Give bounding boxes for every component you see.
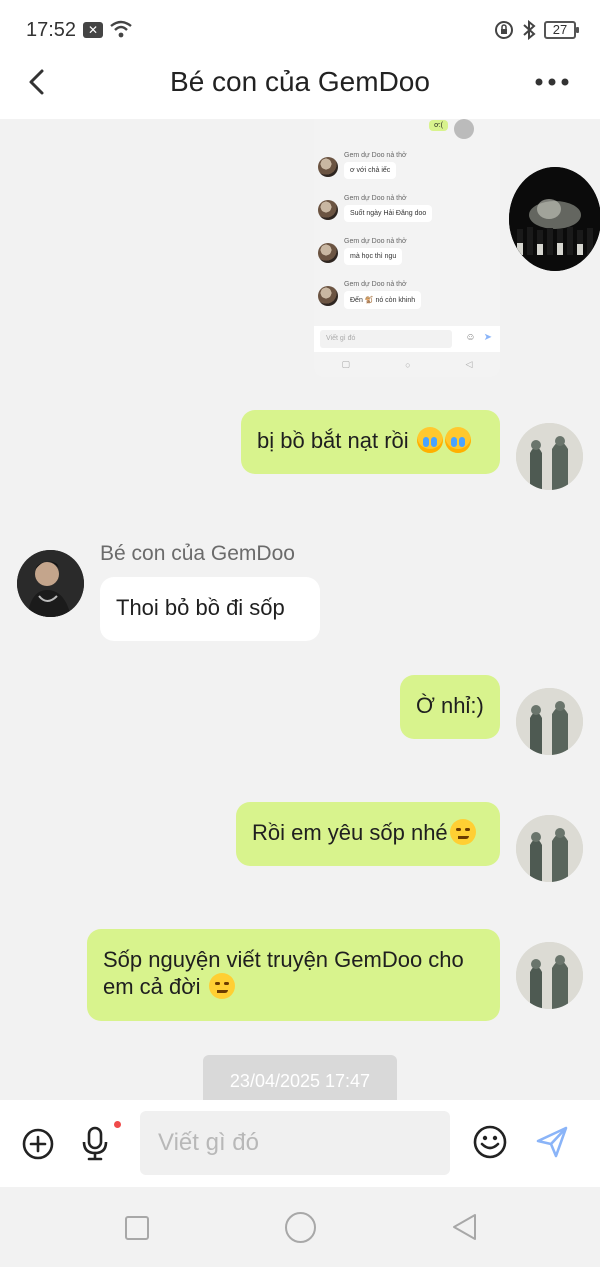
avatar	[318, 286, 338, 306]
screenshot-bubble: Đến 🐒 nó còn khinh	[344, 291, 422, 309]
send-icon[interactable]	[534, 1124, 570, 1160]
message-bubble-me[interactable]: Sốp nguyện viết truyện GemDoo cho em cả …	[87, 929, 500, 1021]
user-photo-icon	[516, 688, 583, 755]
avatar[interactable]	[516, 423, 583, 490]
screenshot-composer: Viết gì đó ☺ ➤	[314, 326, 500, 352]
more-icon[interactable]	[532, 68, 572, 96]
avatar[interactable]	[516, 942, 583, 1009]
notification-dot	[114, 1121, 121, 1128]
notification-icon: ✕	[83, 22, 103, 38]
concert-photo-icon	[509, 167, 600, 271]
status-time: 17:52	[26, 19, 77, 41]
screenshot-message: Gem dự Doo nả thở Suốt ngày Hải Đăng doo	[318, 195, 433, 222]
battery-indicator: 27	[544, 21, 579, 39]
emoji-icon[interactable]	[472, 1124, 508, 1160]
avatar	[318, 157, 338, 177]
smirk-emoji-icon	[449, 819, 476, 845]
message-text: Ờ nhỉ:)	[416, 693, 484, 718]
status-right: 27	[494, 20, 579, 40]
avatar	[318, 200, 338, 220]
screenshot-bubble: Suốt ngày Hải Đăng doo	[344, 205, 433, 222]
nav-home-icon[interactable]	[285, 1212, 316, 1243]
emoji-icon: ☺	[465, 332, 476, 343]
avatar[interactable]	[516, 815, 583, 882]
chat-header: Bé con của GemDoo	[0, 58, 600, 119]
screenshot-message: Gem dự Doo nả thở ơ với chả iếc	[318, 152, 407, 179]
nav-back-icon: ◁	[465, 359, 473, 369]
message-bubble-me[interactable]: Rồi em yêu sốp nhé	[236, 802, 500, 866]
message-bubble-me[interactable]: Ờ nhỉ:)	[400, 675, 500, 739]
screenshot-sender: Gem dự Doo nả thở	[344, 281, 407, 288]
crying-emoji-icon	[416, 427, 443, 453]
status-bar: 17:52 ✕ 27	[0, 0, 600, 58]
screenshot-sender: Gem dự Doo nả thở	[344, 238, 407, 245]
sender-name: Bé con của GemDoo	[100, 542, 295, 565]
screenshot-nav: ▢ ○ ◁	[314, 352, 500, 377]
page-title: Bé con của GemDoo	[170, 66, 430, 97]
lock-rotation-icon	[495, 21, 513, 39]
message-bubble-me[interactable]: bị bồ bắt nạt rồi	[241, 410, 500, 474]
screenshot-message: Gem dự Doo nả thở mà học thì ngu	[318, 238, 407, 265]
smirk-emoji-icon	[208, 973, 235, 999]
screenshot-image-message[interactable]: ơ:( Gem dự Doo nả thở ơ với chả iếc Gem …	[314, 119, 500, 377]
send-icon: ➤	[483, 332, 492, 343]
avatar	[318, 243, 338, 263]
wifi-icon	[110, 20, 132, 38]
crying-emoji-icon	[444, 427, 471, 453]
user-photo-icon	[17, 550, 84, 617]
message-text: bị bồ bắt nạt rồi	[257, 428, 409, 453]
mic-icon[interactable]	[80, 1125, 110, 1161]
screenshot-top-row: ơ:(	[429, 119, 474, 139]
message-text: Sốp nguyện viết truyện GemDoo cho em cả …	[103, 947, 464, 999]
nav-home-icon: ○	[405, 359, 411, 370]
message-text: Rồi em yêu sốp nhé	[252, 820, 448, 845]
screenshot-composer-icons: ☺ ➤	[465, 332, 492, 343]
user-photo-icon	[516, 815, 583, 882]
screenshot-bubble: ơ với chả iếc	[344, 162, 397, 179]
screenshot-sender: Gem dự Doo nả thở	[344, 195, 407, 202]
avatar[interactable]	[516, 688, 583, 755]
nav-recents-icon: ▢	[341, 359, 351, 369]
screenshot-top-bubble: ơ:(	[429, 120, 448, 131]
composer	[0, 1100, 600, 1187]
date-divider: 23/04/2025 17:47	[203, 1055, 397, 1100]
nav-recents-icon[interactable]	[125, 1216, 149, 1240]
message-bubble-other[interactable]: Thoi bỏ bồ đi sốp	[100, 577, 320, 641]
user-photo-icon	[516, 423, 583, 490]
user-photo-icon	[516, 942, 583, 1009]
plus-circle-icon[interactable]	[22, 1128, 54, 1160]
chat-area[interactable]: ơ:( Gem dự Doo nả thở ơ với chả iếc Gem …	[0, 119, 600, 1100]
screenshot-input: Viết gì đó	[320, 330, 452, 348]
screenshot-sender: Gem dự Doo nả thở	[344, 152, 407, 159]
avatar	[454, 119, 474, 139]
bluetooth-icon	[523, 20, 536, 40]
message-text: Thoi bỏ bồ đi sốp	[116, 595, 285, 620]
message-input[interactable]	[140, 1111, 450, 1175]
screenshot-bubble: mà học thì ngu	[344, 248, 403, 265]
screenshot-message: Gem dự Doo nả thở Đến 🐒 nó còn khinh	[318, 281, 422, 309]
avatar[interactable]	[17, 550, 84, 617]
system-nav-bar	[0, 1187, 600, 1267]
avatar[interactable]	[509, 167, 600, 271]
nav-back-icon[interactable]	[450, 1212, 478, 1242]
